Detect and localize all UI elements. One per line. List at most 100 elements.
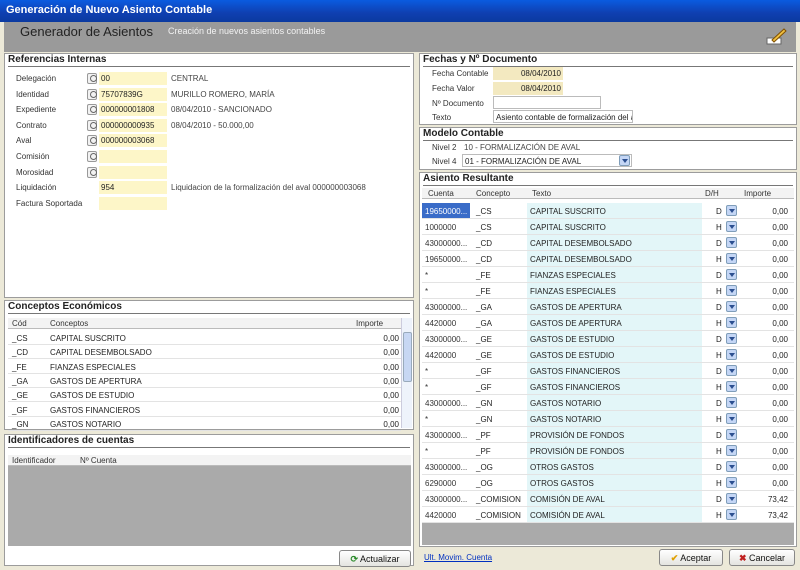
- lookup-icon[interactable]: [87, 135, 97, 147]
- field-value[interactable]: 00: [99, 72, 167, 85]
- asiento-row[interactable]: 1000000 _CS CAPITAL SUSCRITO H 0,00: [422, 219, 794, 235]
- asiento-texto: PROVISIÓN DE FONDOS: [530, 431, 625, 440]
- check-icon: ✔: [670, 553, 679, 563]
- scroll-thumb[interactable]: [403, 332, 412, 382]
- lookup-icon[interactable]: [87, 119, 97, 131]
- asiento-row[interactable]: 43000000... _GN GASTOS NOTARIO D 0,00: [422, 395, 794, 411]
- field-value[interactable]: 000000001808: [99, 103, 167, 117]
- lookup-icon[interactable]: [87, 73, 97, 84]
- asiento-concepto: _OG: [476, 479, 493, 488]
- concepto-nombre: GASTOS NOTARIO: [50, 419, 122, 429]
- ult-movim-link[interactable]: Ult. Movim. Cuenta: [424, 553, 492, 562]
- concepto-cod: _GF: [12, 405, 28, 415]
- actualizar-button[interactable]: ⟳ Actualizar: [339, 550, 411, 567]
- field-value[interactable]: 000000003068: [99, 134, 167, 148]
- asiento-row[interactable]: 4420000 _COMISION COMISIÓN DE AVAL H 73,42: [422, 507, 794, 523]
- concepto-importe[interactable]: 0,00: [354, 406, 399, 415]
- asiento-row[interactable]: 43000000... _OG OTROS GASTOS D 0,00: [422, 459, 794, 475]
- dh-dropdown-icon[interactable]: [726, 301, 737, 312]
- asiento-texto: COMISIÓN DE AVAL: [530, 511, 605, 520]
- lookup-icon[interactable]: [87, 166, 97, 178]
- dh-dropdown-icon[interactable]: [726, 397, 737, 408]
- asiento-row[interactable]: * _FE FIANZAS ESPECIALES D 0,00: [422, 267, 794, 283]
- asiento-row[interactable]: 19650000... _CD CAPITAL DESEMBOLSADO H 0,00: [422, 251, 794, 267]
- concepto-row[interactable]: _GA GASTOS DE APERTURA 0,00: [8, 374, 401, 388]
- asiento-row[interactable]: * _GN GASTOS NOTARIO H 0,00: [422, 411, 794, 427]
- field-value[interactable]: 000000000935: [99, 118, 167, 132]
- dh-dropdown-icon[interactable]: [726, 333, 737, 344]
- dh-dropdown-icon[interactable]: [726, 413, 737, 424]
- concepto-row[interactable]: _CS CAPITAL SUSCRITO 0,00: [8, 331, 401, 345]
- concepto-importe[interactable]: 0,00: [354, 391, 399, 400]
- dh-dropdown-icon[interactable]: [726, 365, 737, 376]
- concepto-importe[interactable]: 0,00: [354, 348, 399, 357]
- dh-dropdown-icon[interactable]: [726, 269, 737, 280]
- asiento-row[interactable]: 43000000... _CD CAPITAL DESEMBOLSADO D 0,00: [422, 235, 794, 251]
- asiento-row[interactable]: * _FE FIANZAS ESPECIALES H 0,00: [422, 283, 794, 299]
- dh-dropdown-icon[interactable]: [726, 205, 737, 216]
- concepto-row[interactable]: _GF GASTOS FINANCIEROS 0,00: [8, 403, 401, 417]
- field-value[interactable]: 954: [99, 181, 167, 195]
- dh-dropdown-icon[interactable]: [726, 381, 737, 392]
- asiento-row[interactable]: 43000000... _PF PROVISIÓN DE FONDOS D 0,00: [422, 427, 794, 443]
- asiento-dh: H: [716, 255, 722, 264]
- asiento-row[interactable]: 19650000... _CS CAPITAL SUSCRITO D 0,00: [422, 203, 794, 219]
- documento-label: Nº Documento: [432, 99, 484, 108]
- asiento-concepto: _CS: [476, 223, 492, 232]
- lookup-icon[interactable]: [87, 151, 97, 162]
- field-value[interactable]: 75707839G: [99, 87, 167, 101]
- lookup-icon[interactable]: [87, 88, 97, 100]
- asiento-row[interactable]: 43000000... _GE GASTOS DE ESTUDIO D 0,00: [422, 331, 794, 347]
- concepto-importe[interactable]: 0,00: [354, 363, 399, 372]
- conceptos-scrollbar[interactable]: [401, 318, 412, 428]
- field-value[interactable]: [99, 165, 167, 179]
- lookup-icon[interactable]: [87, 104, 97, 116]
- concepto-row[interactable]: _GN GASTOS NOTARIO 0,00: [8, 417, 401, 431]
- concepto-importe[interactable]: 0,00: [354, 377, 399, 386]
- field-label: Aval: [16, 136, 32, 146]
- asiento-importe: 73,42: [767, 495, 788, 504]
- dh-dropdown-icon[interactable]: [726, 237, 737, 248]
- asiento-row[interactable]: * _GF GASTOS FINANCIEROS D 0,00: [422, 363, 794, 379]
- dh-dropdown-icon[interactable]: [726, 253, 737, 264]
- asiento-cuenta: 43000000...: [425, 335, 468, 344]
- concepto-row[interactable]: _CD CAPITAL DESEMBOLSADO 0,00: [8, 345, 401, 360]
- concepto-row[interactable]: _FE FIANZAS ESPECIALES 0,00: [8, 360, 401, 374]
- eraser-pen-icon[interactable]: [764, 26, 788, 48]
- asiento-row[interactable]: 43000000... _COMISION COMISIÓN DE AVAL D 73,…: [422, 491, 794, 507]
- dh-dropdown-icon[interactable]: [726, 221, 737, 232]
- asiento-row[interactable]: * _PF PROVISIÓN DE FONDOS H 0,00: [422, 443, 794, 459]
- asiento-texto: GASTOS NOTARIO: [530, 399, 602, 408]
- dh-dropdown-icon[interactable]: [726, 349, 737, 360]
- concepto-importe[interactable]: 0,00: [354, 420, 399, 429]
- dh-dropdown-icon[interactable]: [726, 509, 737, 520]
- asiento-importe: 0,00: [772, 367, 788, 376]
- concepto-row[interactable]: _GE GASTOS DE ESTUDIO 0,00: [8, 388, 401, 403]
- fecha-valor-field[interactable]: 08/04/2010: [493, 82, 563, 95]
- dh-dropdown-icon[interactable]: [726, 285, 737, 296]
- referencias-panel: Referencias Internas Delegación 00 CENTRAL…: [4, 53, 414, 298]
- asiento-row[interactable]: 43000000... _GA GASTOS DE APERTURA D 0,00: [422, 299, 794, 315]
- dh-dropdown-icon[interactable]: [726, 429, 737, 440]
- field-value[interactable]: [99, 150, 167, 163]
- asiento-row[interactable]: * _GF GASTOS FINANCIEROS H 0,00: [422, 379, 794, 395]
- cancelar-button[interactable]: ✖ Cancelar: [729, 549, 795, 566]
- fecha-contable-field[interactable]: 08/04/2010: [493, 67, 563, 80]
- texto-field[interactable]: Asiento contable de formalización del a: [493, 110, 633, 123]
- asiento-texto: FIANZAS ESPECIALES: [530, 287, 616, 296]
- nivel4-select[interactable]: 01 - FORMALIZACIÓN DE AVAL: [462, 154, 632, 167]
- nivel4-dropdown-icon[interactable]: [619, 155, 630, 166]
- asiento-row[interactable]: 4420000 _GA GASTOS DE APERTURA H 0,00: [422, 315, 794, 331]
- asiento-cuenta: 19650000...: [425, 255, 468, 264]
- asiento-row[interactable]: 6290000 _OG OTROS GASTOS H 0,00: [422, 475, 794, 491]
- dh-dropdown-icon[interactable]: [726, 317, 737, 328]
- concepto-importe[interactable]: 0,00: [354, 334, 399, 343]
- aceptar-button[interactable]: ✔ Aceptar: [659, 549, 723, 566]
- dh-dropdown-icon[interactable]: [726, 477, 737, 488]
- dh-dropdown-icon[interactable]: [726, 445, 737, 456]
- field-value[interactable]: [99, 196, 167, 210]
- dh-dropdown-icon[interactable]: [726, 493, 737, 504]
- asiento-row[interactable]: 4420000 _GE GASTOS DE ESTUDIO H 0,00: [422, 347, 794, 363]
- dh-dropdown-icon[interactable]: [726, 461, 737, 472]
- documento-field[interactable]: [493, 96, 601, 109]
